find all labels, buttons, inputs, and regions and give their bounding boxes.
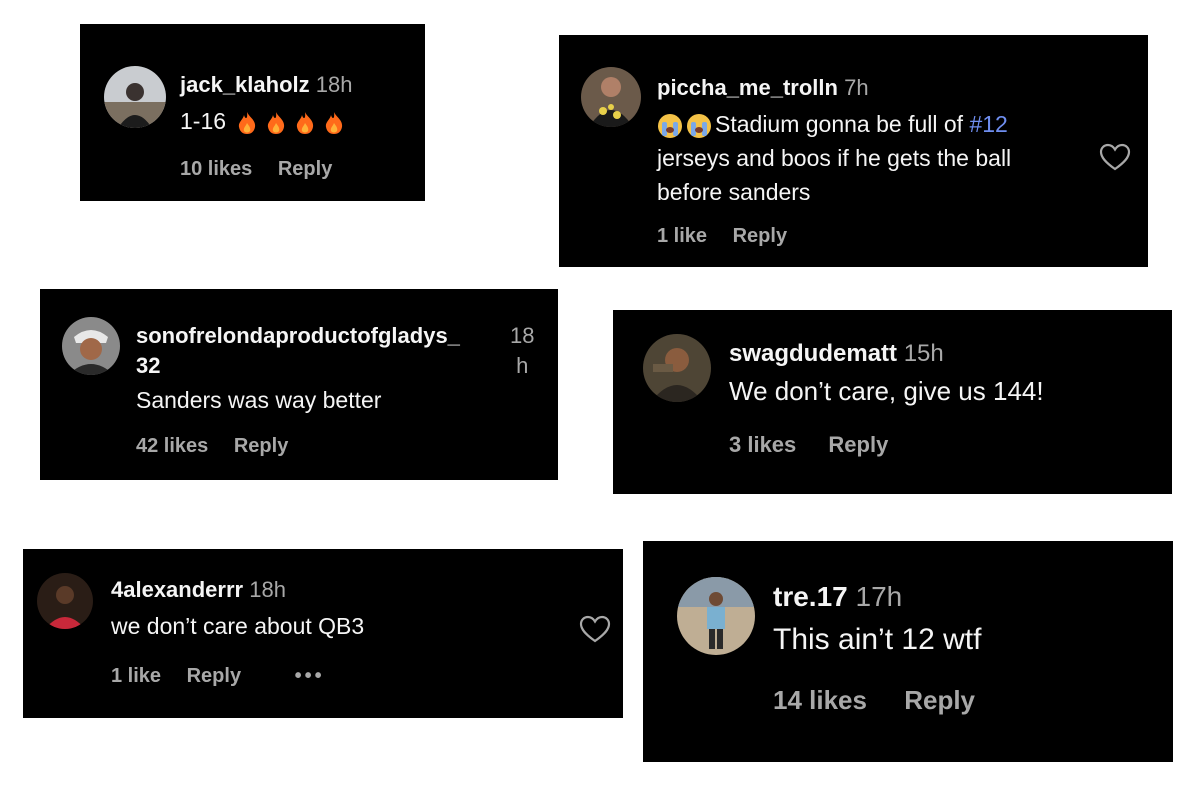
comment-card-jack-klaholz: jack_klaholz 18h 1-16 10 likes Reply xyxy=(80,24,425,201)
comment-text: we don’t care about QB3 xyxy=(111,613,365,639)
reply-button[interactable]: Reply xyxy=(278,158,332,180)
avatar[interactable] xyxy=(677,577,755,655)
heart-icon[interactable] xyxy=(1099,143,1131,171)
avatar[interactable] xyxy=(643,334,711,402)
timestamp: 18h xyxy=(315,72,353,97)
heart-icon[interactable] xyxy=(579,615,611,643)
reply-button[interactable]: Reply xyxy=(904,685,975,715)
fire-emoji-icon xyxy=(297,111,314,134)
likes-count[interactable]: 42 likes xyxy=(136,435,208,457)
comment-text-line: before sanders xyxy=(657,179,811,205)
likes-count[interactable]: 14 likes xyxy=(773,685,867,715)
loudly-crying-face-emoji-icon xyxy=(658,113,682,138)
username[interactable]: piccha_me_trolln xyxy=(657,75,838,100)
timestamp: 18 xyxy=(510,323,535,348)
hashtag-link[interactable]: #12 xyxy=(969,111,1007,137)
comment-card-4alexanderrr: 4alexanderrr 18h we don’t care about QB3… xyxy=(23,549,623,718)
comment-card-tre17: tre.17 17h This ain’t 12 wtf 14 likes Re… xyxy=(643,541,1173,762)
timestamp: 18h xyxy=(249,577,286,602)
comment-text-line: jerseys and boos if he gets the ball xyxy=(657,145,1012,171)
reply-button[interactable]: Reply xyxy=(828,432,888,457)
username[interactable]: 4alexanderrr xyxy=(111,577,243,602)
reply-button[interactable]: Reply xyxy=(234,435,288,457)
reply-button[interactable]: Reply xyxy=(733,225,787,247)
loudly-crying-face-emoji-icon xyxy=(687,113,711,138)
comment-text: This ain’t 12 wtf xyxy=(773,623,982,656)
comment-text: We don’t care, give us 144! xyxy=(729,376,1044,406)
comment-text: Stadium gonna be full of xyxy=(715,111,970,137)
fire-emoji-icon xyxy=(326,111,343,134)
comment-card-sonofrelondaproductofgladys: sonofrelondaproductofgladys_ 32 18 h San… xyxy=(40,289,558,480)
likes-count[interactable]: 1 like xyxy=(657,225,707,247)
timestamp: 17h xyxy=(855,581,903,612)
timestamp: 15h xyxy=(903,340,944,367)
comment-card-swagdudematt: swagdudematt 15h We don’t care, give us … xyxy=(613,310,1172,494)
fire-emoji-icon xyxy=(239,111,256,134)
comment-text: Sanders was way better xyxy=(136,387,382,413)
comment-text: 1-16 xyxy=(180,108,227,134)
username[interactable]: jack_klaholz xyxy=(180,72,310,97)
username[interactable]: tre.17 xyxy=(773,581,848,612)
likes-count[interactable]: 10 likes xyxy=(180,158,252,180)
avatar[interactable] xyxy=(104,66,166,128)
username-continued[interactable]: 32 xyxy=(136,351,460,381)
likes-count[interactable]: 3 likes xyxy=(729,432,796,457)
more-options-icon[interactable]: ••• xyxy=(295,665,325,687)
comment-card-piccha-me-trolln: piccha_me_trolln 7h Stadium gonna be ful… xyxy=(559,35,1148,267)
likes-count[interactable]: 1 like xyxy=(111,665,161,687)
username[interactable]: swagdudematt xyxy=(729,340,897,367)
reply-button[interactable]: Reply xyxy=(187,665,241,687)
avatar[interactable] xyxy=(62,317,120,375)
timestamp: 7h xyxy=(844,75,869,100)
timestamp-continued: h xyxy=(516,353,529,378)
avatar[interactable] xyxy=(581,67,641,127)
fire-emoji-icon xyxy=(268,111,285,134)
avatar[interactable] xyxy=(37,573,93,629)
username[interactable]: sonofrelondaproductofgladys_ xyxy=(136,321,460,351)
